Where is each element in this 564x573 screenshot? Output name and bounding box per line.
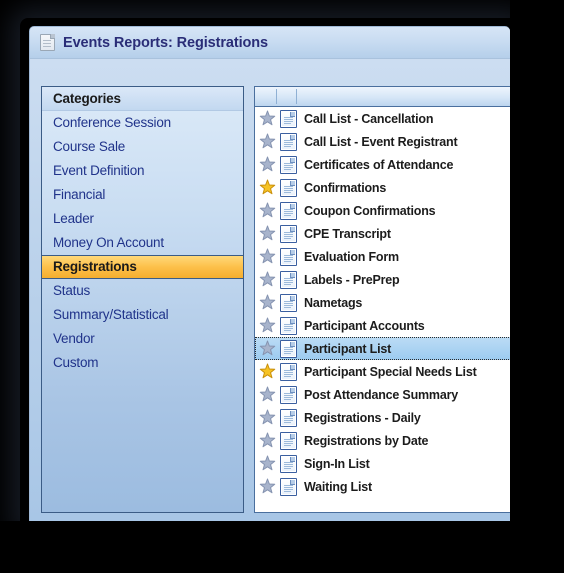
table-row[interactable]: Participant List — [255, 337, 510, 360]
report-name-label: Waiting List — [304, 479, 372, 494]
table-row[interactable]: Certificates of Attendance — [255, 153, 510, 176]
sidebar-item-event-definition[interactable]: Event Definition — [42, 159, 243, 183]
reports-list-body: Call List - Cancellation Call List - Even… — [255, 107, 510, 498]
window-title: Events Reports: Registrations — [63, 34, 268, 51]
report-document-icon — [280, 408, 297, 427]
categories-panel: Categories Conference Session Course Sale… — [41, 86, 244, 513]
report-name-label: Registrations by Date — [304, 433, 429, 448]
reports-list-panel: Call List - Cancellation Call List - Even… — [254, 86, 510, 513]
sidebar-item-money-on-account[interactable]: Money On Account — [42, 231, 243, 255]
events-reports-window: Events Reports: Registrations Categories… — [29, 26, 510, 521]
table-row[interactable]: Call List - Cancellation — [255, 107, 510, 130]
star-icon[interactable] — [259, 202, 276, 219]
report-document-icon — [280, 362, 297, 381]
table-row[interactable]: Call List - Event Registrant — [255, 130, 510, 153]
report-document-icon — [280, 477, 297, 496]
star-icon[interactable] — [259, 156, 276, 173]
table-row[interactable]: Confirmations — [255, 176, 510, 199]
report-document-icon — [280, 385, 297, 404]
sidebar-item-leader[interactable]: Leader — [42, 207, 243, 231]
frame-clip-bottom — [0, 521, 564, 573]
column-divider-2[interactable] — [296, 89, 297, 104]
table-row[interactable]: Coupon Confirmations — [255, 199, 510, 222]
window-title-bar: Events Reports: Registrations — [30, 27, 510, 59]
star-icon[interactable] — [259, 133, 276, 150]
sidebar-item-summary-statistical[interactable]: Summary/Statistical — [42, 303, 243, 327]
report-name-label: Registrations - Daily — [304, 410, 421, 425]
report-name-label: Evaluation Form — [304, 249, 399, 264]
categories-list: Conference Session Course Sale Event Defin… — [42, 111, 243, 375]
star-icon[interactable] — [259, 478, 276, 495]
report-document-icon — [280, 201, 297, 220]
report-document-icon — [280, 270, 297, 289]
star-icon[interactable] — [259, 386, 276, 403]
table-row[interactable]: Participant Accounts — [255, 314, 510, 337]
star-icon[interactable] — [259, 432, 276, 449]
categories-header: Categories — [42, 87, 243, 111]
table-row[interactable]: Waiting List — [255, 475, 510, 498]
report-document-icon — [280, 247, 297, 266]
report-name-label: Post Attendance Summary — [304, 387, 459, 402]
star-icon[interactable] — [259, 271, 276, 288]
report-name-label: Participant List — [304, 341, 392, 356]
sidebar-item-conference-session[interactable]: Conference Session — [42, 111, 243, 135]
star-icon[interactable] — [259, 110, 276, 127]
window-body: Categories Conference Session Course Sale… — [30, 59, 510, 521]
report-document-icon — [280, 109, 297, 128]
report-name-label: Call List - Event Registrant — [304, 134, 458, 149]
table-row[interactable]: Participant Special Needs List — [255, 360, 510, 383]
table-row[interactable]: Evaluation Form — [255, 245, 510, 268]
report-name-label: Call List - Cancellation — [304, 111, 434, 126]
reports-list-header[interactable] — [255, 87, 510, 107]
screenshot-root: Events Reports: Registrations Categories… — [0, 0, 564, 573]
star-filled-icon[interactable] — [259, 363, 276, 380]
star-icon[interactable] — [259, 225, 276, 242]
sidebar-item-status[interactable]: Status — [42, 279, 243, 303]
report-document-icon — [280, 224, 297, 243]
sidebar-item-course-sale[interactable]: Course Sale — [42, 135, 243, 159]
report-document-icon — [280, 293, 297, 312]
star-icon[interactable] — [259, 455, 276, 472]
report-name-label: Coupon Confirmations — [304, 203, 436, 218]
table-row[interactable]: Sign-In List — [255, 452, 510, 475]
report-name-label: CPE Transcript — [304, 226, 391, 241]
star-filled-icon[interactable] — [259, 179, 276, 196]
table-row[interactable]: Nametags — [255, 291, 510, 314]
report-name-label: Certificates of Attendance — [304, 157, 454, 172]
report-document-icon — [280, 454, 297, 473]
star-icon[interactable] — [259, 248, 276, 265]
sidebar-item-vendor[interactable]: Vendor — [42, 327, 243, 351]
report-name-label: Participant Special Needs List — [304, 364, 477, 379]
report-name-label: Nametags — [304, 295, 363, 310]
star-icon[interactable] — [259, 294, 276, 311]
report-document-icon — [280, 431, 297, 450]
column-divider-1[interactable] — [276, 89, 277, 104]
report-document-icon — [280, 316, 297, 335]
document-icon — [40, 34, 55, 51]
table-row[interactable]: Registrations by Date — [255, 429, 510, 452]
table-row[interactable]: Labels - PrePrep — [255, 268, 510, 291]
sidebar-item-custom[interactable]: Custom — [42, 351, 243, 375]
sidebar-item-registrations[interactable]: Registrations — [42, 255, 243, 279]
report-document-icon — [280, 155, 297, 174]
report-name-label: Labels - PrePrep — [304, 272, 400, 287]
table-row[interactable]: Post Attendance Summary — [255, 383, 510, 406]
star-icon[interactable] — [259, 340, 276, 357]
table-row[interactable]: CPE Transcript — [255, 222, 510, 245]
report-name-label: Confirmations — [304, 180, 387, 195]
sidebar-item-financial[interactable]: Financial — [42, 183, 243, 207]
star-icon[interactable] — [259, 317, 276, 334]
report-document-icon — [280, 132, 297, 151]
star-icon[interactable] — [259, 409, 276, 426]
report-document-icon — [280, 339, 297, 358]
report-name-label: Sign-In List — [304, 456, 370, 471]
table-row[interactable]: Registrations - Daily — [255, 406, 510, 429]
frame-clip-right — [510, 0, 564, 573]
report-name-label: Participant Accounts — [304, 318, 425, 333]
report-document-icon — [280, 178, 297, 197]
